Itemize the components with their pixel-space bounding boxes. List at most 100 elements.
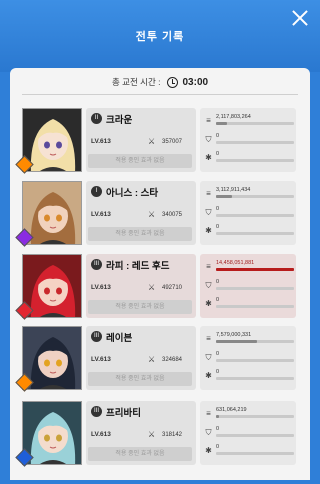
heal-value: 0 <box>216 151 220 157</box>
heal-value: 0 <box>216 369 220 375</box>
member-row[interactable]: II 크라운 LV.613 ⚔ 357007 적용 중인 효과 없음 ≡ 2,1… <box>15 108 302 176</box>
member-row[interactable]: III 프리바티 LV.613 ⚔ 318142 적용 중인 효과 없음 ≡ 6… <box>15 401 302 469</box>
heal-cross-icon: ✱ <box>205 371 212 380</box>
status-effect-text: 적용 중인 효과 없음 <box>88 300 192 314</box>
crossed-swords-icon: ⚔ <box>148 210 156 219</box>
defense-bar <box>216 359 294 362</box>
heal-cross-icon: ✱ <box>205 153 212 162</box>
defense-bar <box>216 141 294 144</box>
heal-bar <box>216 305 294 308</box>
member-info: III 라피 : 레드 후드 LV.613 ⚔ 492710 적용 중인 효과 … <box>86 254 196 318</box>
member-level: LV.613 <box>91 356 111 363</box>
total-time: 총 교전 시간 : 03:00 <box>10 74 310 90</box>
member-name: 프리바티 <box>106 408 141 419</box>
crossed-swords-icon: ⚔ <box>148 137 156 146</box>
defense-value: 0 <box>216 351 220 357</box>
rank-badge: III <box>91 331 102 342</box>
heal-value: 0 <box>216 444 220 450</box>
damage-bars-icon: ≡ <box>206 116 211 125</box>
damage-stat: ≡ 14,458,051,881 <box>204 260 294 276</box>
member-level: LV.613 <box>91 138 111 145</box>
damage-stat: ≡ 631,064,219 <box>204 407 294 423</box>
divider <box>22 94 298 95</box>
member-row[interactable]: III 레이븐 LV.613 ⚔ 324684 적용 중인 효과 없음 ≡ 7,… <box>15 326 302 394</box>
rank-badge: II <box>91 113 102 124</box>
damage-bar <box>216 415 294 418</box>
shield-icon: ⛉ <box>205 135 212 144</box>
status-effect-text: 적용 중인 효과 없음 <box>88 227 192 241</box>
crossed-swords-icon: ⚔ <box>148 430 156 439</box>
damage-bar <box>216 122 294 125</box>
member-power: 340075 <box>162 212 183 218</box>
damage-bars-icon: ≡ <box>206 262 211 271</box>
damage-stat: ≡ 7,579,000,331 <box>204 332 294 348</box>
rank-badge: III <box>91 406 102 417</box>
shield-icon: ⛉ <box>205 428 212 437</box>
defense-stat: ⛉ 0 <box>204 133 294 149</box>
heal-value: 0 <box>216 297 220 303</box>
defense-value: 0 <box>216 279 220 285</box>
member-stats: ≡ 3,112,911,434 ⛉ 0 ✱ 0 <box>200 181 296 245</box>
member-level: LV.613 <box>91 431 111 438</box>
close-icon[interactable] <box>290 8 310 28</box>
damage-value: 3,112,911,434 <box>216 187 251 193</box>
member-power: 318142 <box>162 432 183 438</box>
defense-stat: ⛉ 0 <box>204 426 294 442</box>
member-name: 라피 : 레드 후드 <box>106 261 170 272</box>
defense-stat: ⛉ 0 <box>204 206 294 222</box>
member-power: 492710 <box>162 285 183 291</box>
status-effect-text: 적용 중인 효과 없음 <box>88 447 192 461</box>
page-title: 전투 기록 <box>135 31 185 43</box>
heal-cross-icon: ✱ <box>205 446 212 455</box>
header: 전투 기록 <box>0 0 320 72</box>
member-name: 아니스 : 스타 <box>106 188 159 199</box>
rank-badge: I <box>91 186 102 197</box>
heal-bar <box>216 452 294 455</box>
heal-stat: ✱ 0 <box>204 369 294 385</box>
defense-bar <box>216 434 294 437</box>
heal-cross-icon: ✱ <box>205 226 212 235</box>
status-effect-text: 적용 중인 효과 없음 <box>88 372 192 386</box>
damage-value: 2,117,803,264 <box>216 114 251 120</box>
crossed-swords-icon: ⚔ <box>148 355 156 364</box>
member-row[interactable]: I 아니스 : 스타 LV.613 ⚔ 340075 적용 중인 효과 없음 ≡… <box>15 181 302 249</box>
damage-stat: ≡ 2,117,803,264 <box>204 114 294 130</box>
member-info: I 아니스 : 스타 LV.613 ⚔ 340075 적용 중인 효과 없음 <box>86 181 196 245</box>
heal-bar <box>216 232 294 235</box>
heal-cross-icon: ✱ <box>205 299 212 308</box>
member-power: 324684 <box>162 357 183 363</box>
member-name: 크라운 <box>106 115 133 126</box>
heal-stat: ✱ 0 <box>204 444 294 460</box>
damage-value: 7,579,000,331 <box>216 332 252 338</box>
damage-bars-icon: ≡ <box>206 189 211 198</box>
defense-stat: ⛉ 0 <box>204 351 294 367</box>
heal-bar <box>216 159 294 162</box>
member-info: II 크라운 LV.613 ⚔ 357007 적용 중인 효과 없음 <box>86 108 196 172</box>
damage-bar <box>216 340 294 343</box>
defense-value: 0 <box>216 133 220 139</box>
defense-value: 0 <box>216 206 220 212</box>
heal-stat: ✱ 0 <box>204 224 294 240</box>
member-stats: ≡ 14,458,051,881 ⛉ 0 ✱ 0 <box>200 254 296 318</box>
member-name: 레이븐 <box>106 333 133 344</box>
defense-value: 0 <box>216 426 220 432</box>
heal-bar <box>216 377 294 380</box>
member-info: III 레이븐 LV.613 ⚔ 324684 적용 중인 효과 없음 <box>86 326 196 390</box>
damage-bars-icon: ≡ <box>206 409 211 418</box>
damage-bars-icon: ≡ <box>206 334 211 343</box>
member-stats: ≡ 631,064,219 ⛉ 0 ✱ 0 <box>200 401 296 465</box>
shield-icon: ⛉ <box>205 353 212 362</box>
heal-stat: ✱ 0 <box>204 297 294 313</box>
damage-bar <box>216 195 294 198</box>
member-info: III 프리바티 LV.613 ⚔ 318142 적용 중인 효과 없음 <box>86 401 196 465</box>
shield-icon: ⛉ <box>205 208 212 217</box>
shield-icon: ⛉ <box>205 281 212 290</box>
member-stats: ≡ 7,579,000,331 ⛉ 0 ✱ 0 <box>200 326 296 390</box>
defense-bar <box>216 214 294 217</box>
total-time-label: 총 교전 시간 : <box>111 77 161 87</box>
member-row[interactable]: III 라피 : 레드 후드 LV.613 ⚔ 492710 적용 중인 효과 … <box>15 254 302 322</box>
damage-bar <box>216 268 294 271</box>
defense-stat: ⛉ 0 <box>204 279 294 295</box>
heal-stat: ✱ 0 <box>204 151 294 167</box>
battle-record-panel: 총 교전 시간 : 03:00 II 크라운 LV.613 ⚔ 357007 적 <box>10 68 310 480</box>
